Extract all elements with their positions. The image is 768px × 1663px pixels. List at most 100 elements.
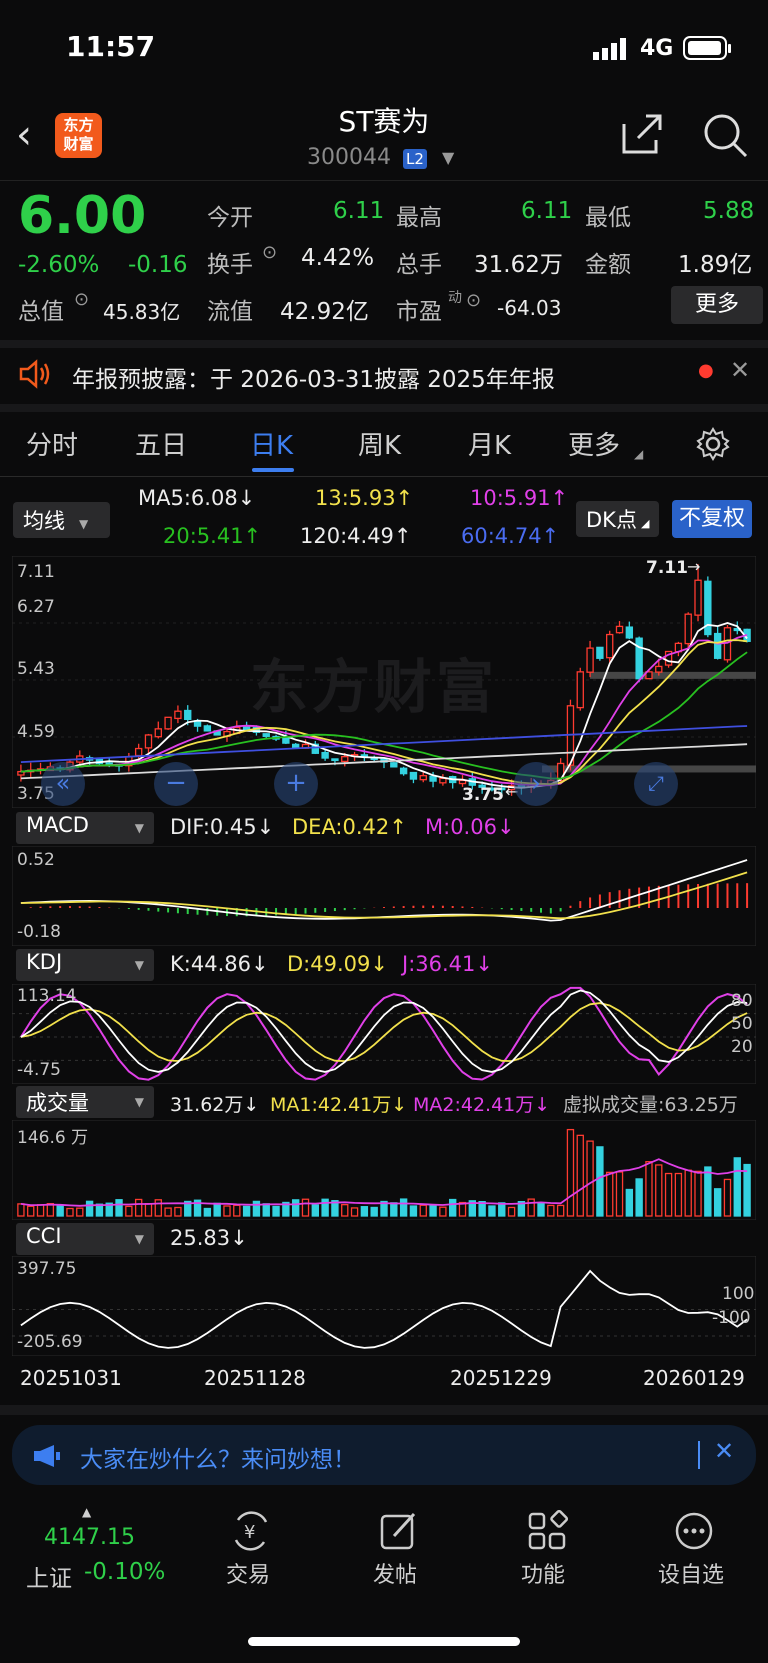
volume-axis-top: 146.6 万 bbox=[17, 1128, 89, 1148]
volume-bar bbox=[733, 1157, 741, 1217]
dk-point-button[interactable]: DK点 ◢ bbox=[576, 501, 660, 537]
notice-text[interactable]: 年报预披露：于 2026-03-31披露 2025年年报 bbox=[72, 360, 555, 394]
index-name[interactable]: 上证 bbox=[26, 1559, 72, 1593]
zoom-in-icon[interactable]: + bbox=[274, 762, 318, 806]
macd-dea: DEA:0.42↑ bbox=[292, 815, 407, 839]
mktcap-label: 总值 bbox=[18, 299, 64, 325]
volume-bar bbox=[66, 1207, 74, 1217]
volume-bar bbox=[449, 1198, 457, 1217]
volume-bar bbox=[704, 1166, 712, 1217]
info-icon[interactable]: ⊙ bbox=[74, 289, 89, 310]
scroll-left-icon[interactable]: « bbox=[41, 762, 85, 806]
mktcap-value: 45.83亿 bbox=[103, 300, 181, 324]
home-indicator[interactable] bbox=[248, 1637, 520, 1646]
notice-dot: ● bbox=[698, 360, 714, 381]
low-value: 5.88 bbox=[703, 198, 755, 224]
volume-bar bbox=[674, 1172, 683, 1217]
volume-chart[interactable] bbox=[12, 1120, 756, 1220]
macd-m: M:0.06↓ bbox=[425, 815, 515, 839]
info-icon[interactable]: ⊙ bbox=[262, 242, 277, 263]
tab-five-day[interactable]: 五日 bbox=[135, 425, 187, 462]
cci-chart[interactable] bbox=[12, 1256, 756, 1356]
volume-bar bbox=[635, 1178, 643, 1217]
nav-trade[interactable]: 交易 bbox=[226, 1557, 270, 1589]
candle-body bbox=[174, 710, 182, 720]
volume-bar bbox=[291, 1199, 300, 1217]
info-icon[interactable]: ⊙ bbox=[466, 290, 481, 311]
settings-gear-icon[interactable] bbox=[696, 427, 730, 461]
search-icon[interactable] bbox=[702, 112, 748, 158]
volume-bar bbox=[694, 1170, 702, 1217]
high-marker-arrow: → bbox=[687, 557, 701, 576]
volume-bar bbox=[311, 1204, 319, 1217]
macd-selector[interactable]: MACD ▼ bbox=[16, 812, 154, 844]
kdj-axis-bottom: -4.75 bbox=[17, 1060, 61, 1080]
fullscreen-icon[interactable]: ⤢ bbox=[634, 762, 678, 806]
tab-week-k[interactable]: 周K bbox=[358, 425, 401, 462]
tab-day-k[interactable]: 日K bbox=[250, 425, 293, 462]
volume-bar bbox=[547, 1204, 555, 1217]
volume-bar bbox=[301, 1198, 310, 1217]
volume-bar bbox=[586, 1140, 594, 1217]
price-axis-l3: 5.43 bbox=[17, 659, 55, 679]
high-marker: 7.11 bbox=[646, 558, 688, 578]
ma13-label: 13:5.93↑ bbox=[315, 486, 414, 510]
cci-ref-neg100: -100 bbox=[712, 1308, 751, 1328]
volume-bar bbox=[664, 1172, 673, 1217]
candle-body bbox=[291, 743, 300, 749]
banner-close-icon[interactable]: ✕ bbox=[714, 1437, 734, 1465]
kdj-axis-top: 113.14 bbox=[17, 986, 77, 1006]
volume-bar bbox=[233, 1204, 241, 1217]
volume-value: 31.62万 bbox=[474, 252, 563, 278]
index-change[interactable]: -0.10% bbox=[84, 1559, 165, 1585]
volume-bar bbox=[684, 1169, 692, 1217]
cci-selector[interactable]: CCI ▼ bbox=[16, 1223, 154, 1255]
no-adjust-button[interactable]: 不复权 bbox=[672, 500, 752, 538]
kdj-chart[interactable] bbox=[12, 984, 756, 1084]
tab-more-arrow-icon: ◢ bbox=[634, 447, 644, 461]
watchlist-icon[interactable] bbox=[673, 1510, 715, 1552]
scroll-right-icon[interactable]: › bbox=[514, 762, 558, 806]
volume-bar bbox=[615, 1171, 624, 1217]
tab-timeshare[interactable]: 分时 bbox=[26, 425, 78, 462]
volume-bar bbox=[76, 1207, 84, 1217]
nav-watchlist[interactable]: 设自选 bbox=[658, 1557, 724, 1589]
candle-body bbox=[164, 716, 172, 730]
level-badge[interactable]: L2 bbox=[403, 149, 427, 169]
kdj-selector[interactable]: KDJ ▼ bbox=[16, 949, 154, 981]
trade-icon[interactable]: ¥ bbox=[230, 1510, 272, 1552]
notice-close-icon[interactable]: ✕ bbox=[730, 356, 750, 384]
candle-body bbox=[625, 626, 634, 639]
zoom-out-icon[interactable]: − bbox=[154, 762, 198, 806]
volume-bar bbox=[164, 1207, 172, 1217]
price-axis-l4: 4.59 bbox=[17, 722, 55, 742]
volume-bar bbox=[419, 1204, 427, 1217]
low-label: 最低 bbox=[585, 205, 631, 231]
volume-bar bbox=[125, 1205, 133, 1217]
volume-bar bbox=[154, 1199, 162, 1217]
post-icon[interactable] bbox=[378, 1510, 420, 1552]
volume-bar bbox=[429, 1204, 437, 1217]
tab-month-k[interactable]: 月K bbox=[468, 425, 511, 462]
share-icon[interactable] bbox=[620, 112, 664, 156]
code-dropdown-icon[interactable]: ▼ bbox=[442, 148, 454, 167]
tab-more[interactable]: 更多 bbox=[568, 425, 620, 462]
volume-bar bbox=[527, 1198, 535, 1217]
ma-selector[interactable]: 均线 ▼ bbox=[13, 502, 110, 538]
ask-banner[interactable]: 大家在炒什么？来问妙想！ ✕ bbox=[12, 1425, 756, 1485]
macd-chart[interactable] bbox=[12, 846, 756, 946]
function-icon[interactable] bbox=[526, 1510, 568, 1552]
volume-bar bbox=[144, 1203, 153, 1217]
more-button[interactable]: 更多 bbox=[671, 286, 763, 324]
date-label: 20251031 bbox=[20, 1366, 122, 1390]
volume-bar bbox=[262, 1203, 270, 1217]
candle-body bbox=[576, 671, 584, 709]
nav-post[interactable]: 发帖 bbox=[373, 1557, 417, 1589]
candle-body bbox=[331, 758, 339, 762]
nav-function[interactable]: 功能 bbox=[521, 1557, 565, 1589]
volume-value-label: 31.62万↓ bbox=[170, 1094, 260, 1116]
index-value[interactable]: 4147.15 bbox=[44, 1525, 135, 1550]
stock-code[interactable]: 300044 bbox=[307, 145, 391, 170]
candle-body bbox=[419, 775, 427, 781]
volume-selector[interactable]: 成交量 ▼ bbox=[16, 1086, 154, 1118]
